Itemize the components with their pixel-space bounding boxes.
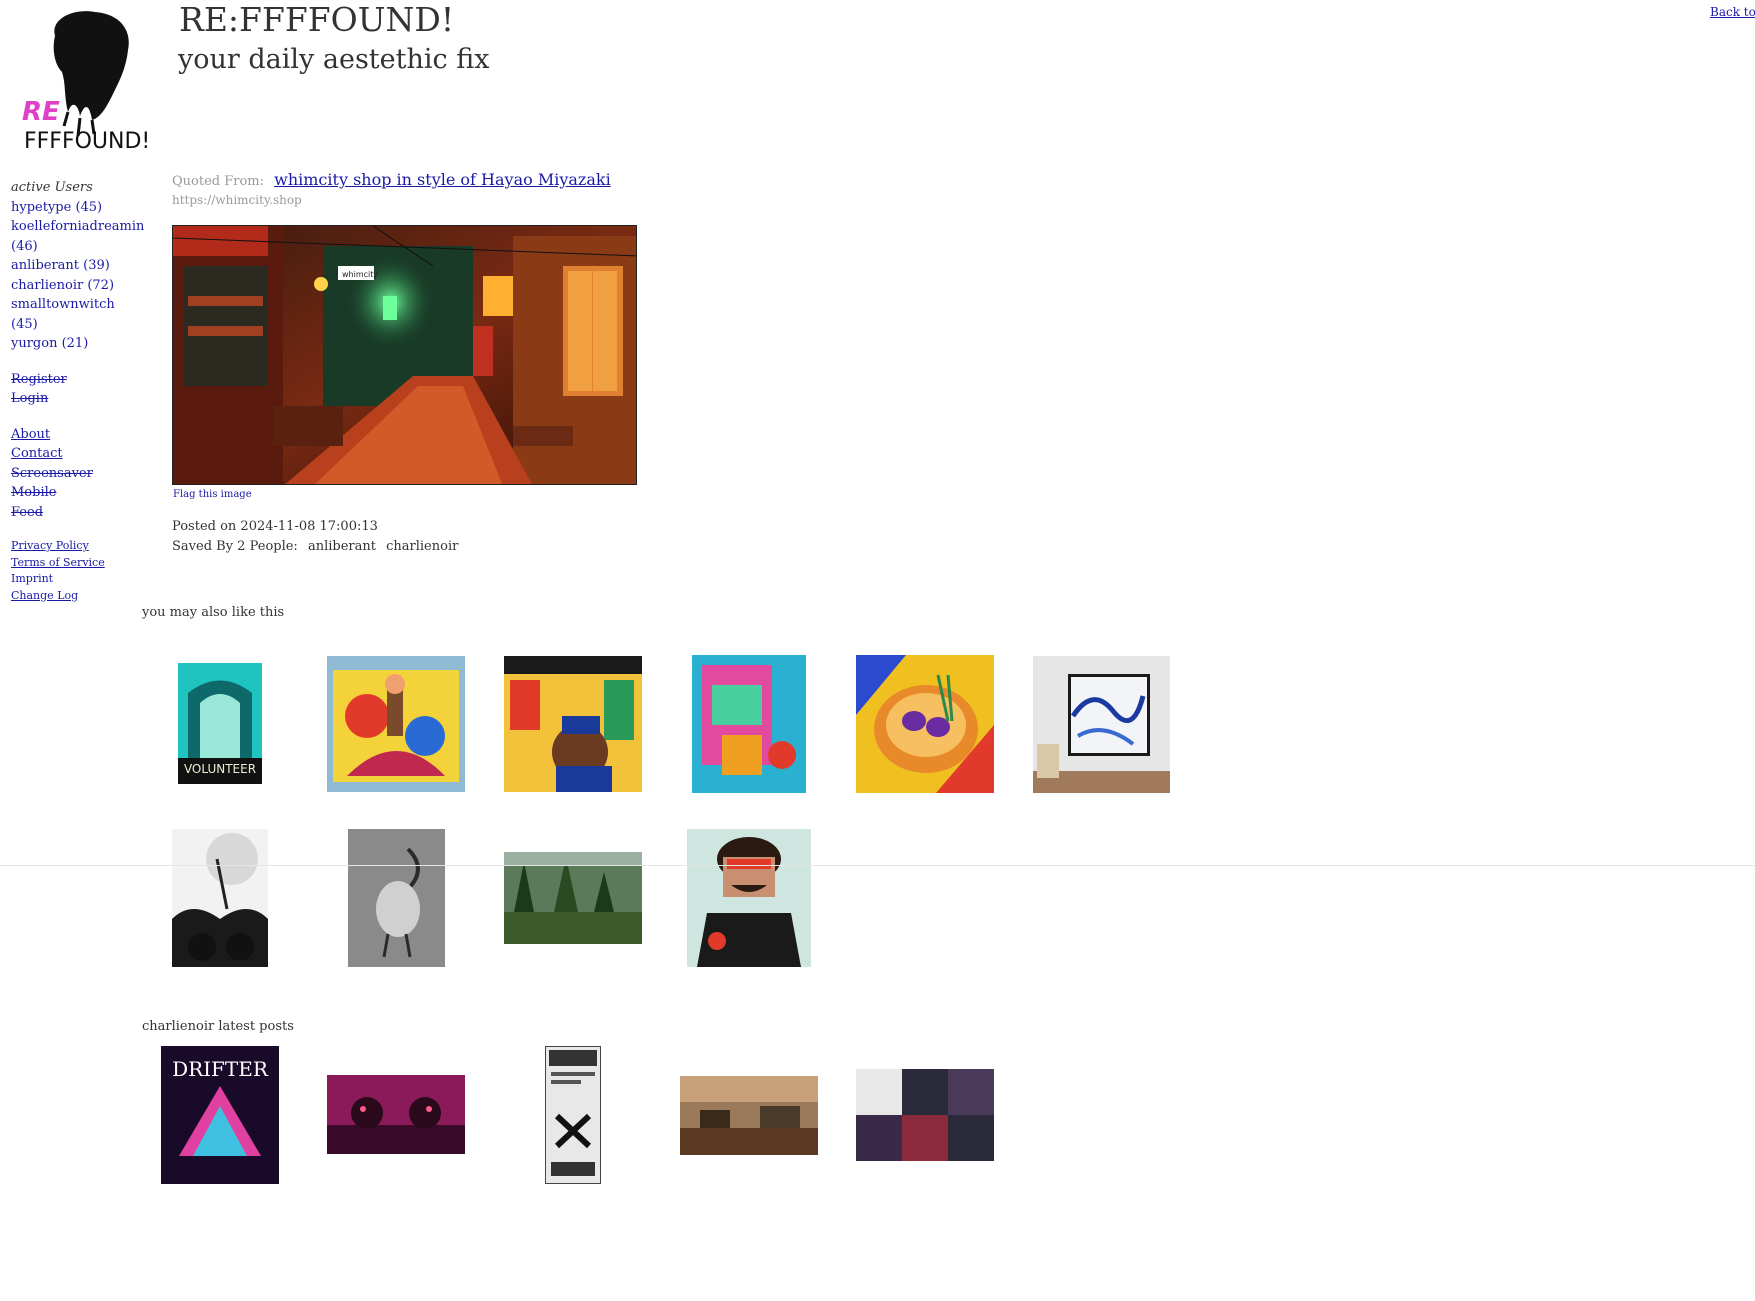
saved-by: Saved By 2 People: anliberant charlienoi… (172, 539, 464, 554)
source-url: https://whimcity.shop (172, 193, 302, 207)
login-link[interactable]: Login (11, 389, 136, 409)
site-tagline: your daily aestethic fix (178, 44, 490, 75)
mobile-link[interactable]: Mobile (11, 483, 136, 503)
related-thumb[interactable] (327, 656, 465, 792)
latest-thumb[interactable]: DRIFTER (161, 1046, 279, 1184)
logo-ffffound-text: FFFFOUND! (24, 129, 150, 154)
related-thumb[interactable]: VOLUNTEER (178, 663, 262, 784)
screensaver-link[interactable]: Screensaver (11, 464, 136, 484)
sidebar-user-charlienoir[interactable]: charlienoir (72) (11, 276, 136, 296)
site-title: RE:FFFFOUND! (179, 0, 455, 39)
terms-of-service-link[interactable]: Terms of Service (11, 555, 136, 572)
back-link[interactable]: Back to I (1710, 5, 1755, 19)
imprint-link[interactable]: Imprint (11, 571, 136, 588)
related-thumb[interactable] (692, 655, 806, 793)
contact-link[interactable]: Contact (11, 444, 136, 464)
about-link[interactable]: About (11, 425, 136, 445)
divider-line (0, 865, 1755, 866)
volunteer-poster-text: VOLUNTEER (184, 762, 256, 776)
drifter-poster-text: DRIFTER (172, 1057, 269, 1081)
related-section-title: you may also like this (142, 605, 285, 620)
latest-thumb[interactable] (327, 1075, 465, 1154)
related-thumb[interactable] (504, 656, 642, 792)
legal-links: Privacy Policy Terms of Service Imprint … (11, 538, 136, 604)
flag-image-link[interactable]: Flag this image (173, 489, 252, 500)
change-log-link[interactable]: Change Log (11, 588, 136, 605)
latest-thumb[interactable] (680, 1076, 818, 1155)
related-thumb[interactable] (172, 829, 268, 967)
saved-by-user-charlienoir[interactable]: charlienoir (386, 539, 458, 554)
info-links: About Contact Screensaver Mobile Feed (11, 425, 136, 523)
latest-section-title: charlienoir latest posts (142, 1019, 294, 1034)
quoted-from-label: Quoted From: (172, 174, 264, 189)
main-image-sign-text: whimcity (342, 270, 378, 279)
saved-by-label: Saved By 2 People: (172, 539, 298, 554)
main-post-image[interactable]: whimcity (172, 225, 637, 485)
active-users-title: active Users (11, 180, 93, 195)
sidebar-user-anliberant[interactable]: anliberant (39) (11, 256, 136, 276)
quoted-from: Quoted From: whimcity shop in style of H… (172, 170, 611, 189)
logo-re-text: RE (22, 97, 60, 127)
quoted-title-link[interactable]: whimcity shop in style of Hayao Miyazaki (274, 170, 611, 189)
latest-thumb[interactable] (545, 1046, 601, 1184)
saved-by-user-anliberant[interactable]: anliberant (308, 539, 376, 554)
sidebar-user-hypetype[interactable]: hypetype (45) (11, 198, 136, 218)
latest-thumb[interactable] (856, 1069, 994, 1161)
privacy-policy-link[interactable]: Privacy Policy (11, 538, 136, 555)
sidebar-user-koelleforniadreamin[interactable]: koelleforniadreamin (46) (11, 217, 144, 256)
feed-link[interactable]: Feed (11, 503, 136, 523)
register-link[interactable]: Register (11, 370, 136, 390)
posted-date: Posted on 2024-11-08 17:00:13 (172, 519, 378, 534)
related-thumb[interactable] (1033, 656, 1170, 793)
sidebar-user-smalltownwitch[interactable]: smalltownwitch (45) (11, 295, 136, 334)
related-thumb[interactable] (348, 829, 445, 967)
sidebar-user-yurgon[interactable]: yurgon (21) (11, 334, 136, 354)
related-thumb[interactable] (687, 829, 811, 967)
sidebar: active Users hypetype (45) koelleforniad… (11, 178, 144, 604)
account-links: Register Login (11, 370, 136, 409)
site-logo[interactable]: RE FFFFOUND! (20, 8, 150, 158)
related-thumb[interactable] (856, 655, 994, 793)
